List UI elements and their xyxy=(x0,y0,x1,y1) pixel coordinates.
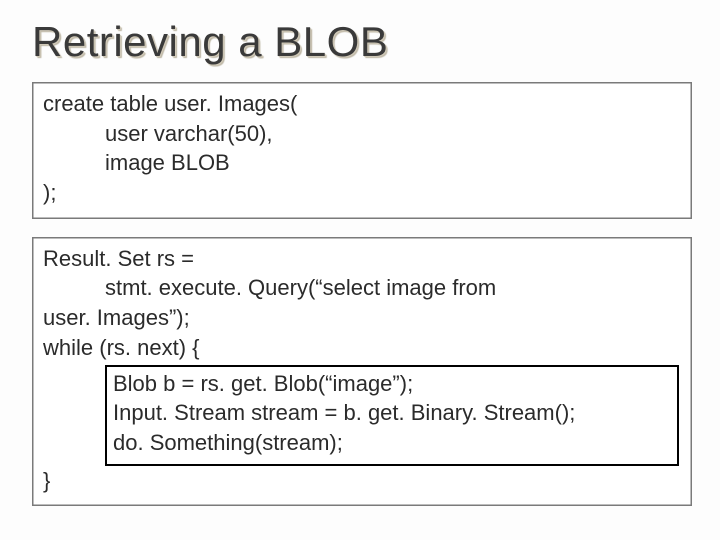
sql-line-3: image BLOB xyxy=(105,150,230,175)
java-line-2: stmt. execute. Query(“select image from xyxy=(105,275,496,300)
inner-line-1: Blob b = rs. get. Blob(“image”); xyxy=(113,371,413,396)
java-line-3: user. Images”); xyxy=(43,305,190,330)
java-line-5: } xyxy=(43,468,50,493)
sql-line-1: create table user. Images( xyxy=(43,91,297,116)
sql-line-2: user varchar(50), xyxy=(105,121,273,146)
inner-line-2: Input. Stream stream = b. get. Binary. S… xyxy=(113,400,575,425)
inner-code-box: Blob b = rs. get. Blob(“image”); Input. … xyxy=(105,365,679,466)
inner-line-3: do. Something(stream); xyxy=(113,430,343,455)
java-line-4: while (rs. next) { xyxy=(43,335,200,360)
code-box-sql: create table user. Images( user varchar(… xyxy=(32,82,692,219)
java-line-1: Result. Set rs = xyxy=(43,246,194,271)
sql-line-4: ); xyxy=(43,180,56,205)
slide: Retrieving a BLOB create table user. Ima… xyxy=(0,0,720,540)
code-box-java: Result. Set rs = stmt. execute. Query(“s… xyxy=(32,237,692,507)
slide-title: Retrieving a BLOB xyxy=(32,18,688,66)
